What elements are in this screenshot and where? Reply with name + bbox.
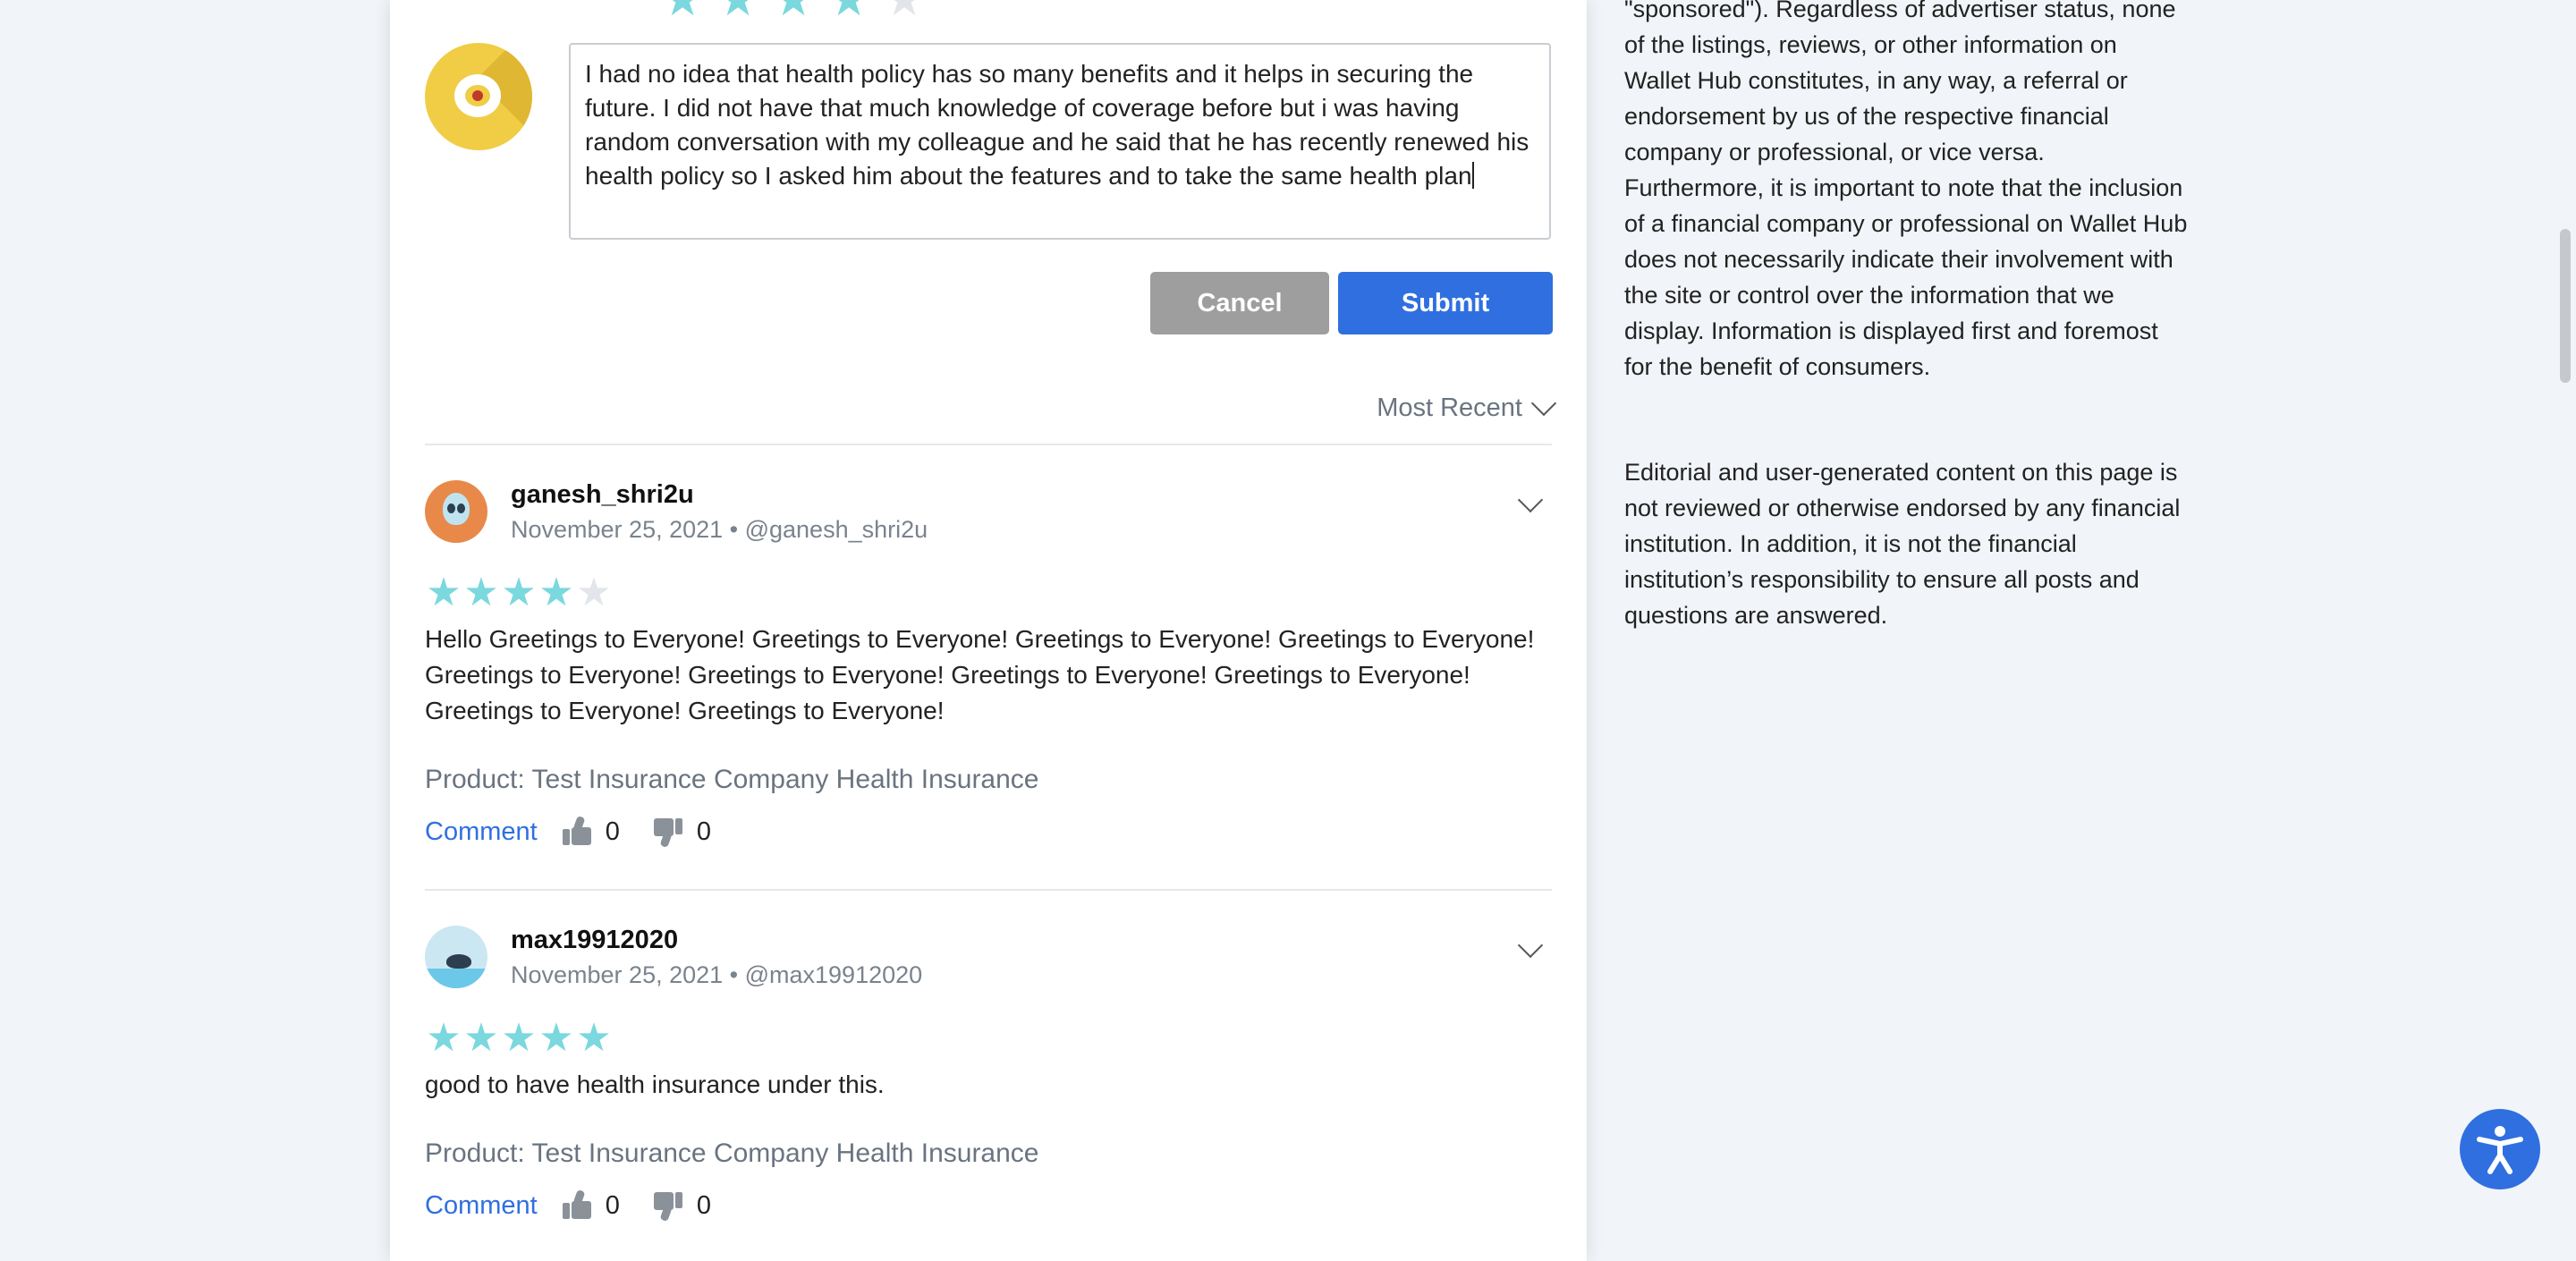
star-icon: ★	[538, 1016, 574, 1060]
rating-star-1[interactable]: ★	[655, 0, 710, 23]
submit-button[interactable]: Submit	[1338, 272, 1553, 334]
review-actions: Comment 0 0	[425, 1189, 743, 1223]
review-username[interactable]: max19912020	[511, 926, 678, 955]
review-text: Hello Greetings to Everyone! Greetings t…	[425, 625, 1535, 724]
star-icon: ★	[463, 1016, 499, 1060]
dislike-count: 0	[696, 817, 711, 846]
review-username[interactable]: ganesh_shri2u	[511, 480, 694, 510]
star-icon: ★	[538, 571, 574, 614]
review-meta: November 25, 2021 • @max19912020	[511, 961, 923, 988]
thumbs-up-icon[interactable]	[561, 815, 593, 847]
rating-star-2[interactable]: ★	[710, 0, 766, 23]
sort-label: Most Recent	[1377, 394, 1522, 422]
rating-star-4[interactable]: ★	[821, 0, 877, 23]
divider	[425, 889, 1552, 891]
like-count: 0	[605, 817, 620, 846]
disclaimer-paragraph: "sponsored"). Regardless of advertiser s…	[1624, 0, 2188, 380]
chevron-down-icon	[1530, 390, 1557, 416]
star-icon: ★	[501, 1016, 537, 1060]
divider	[425, 444, 1552, 445]
disclaimer-paragraph: Editorial and user-generated content on …	[1624, 459, 2181, 629]
star-icon: ★	[501, 571, 537, 614]
rating-star-3[interactable]: ★	[766, 0, 821, 23]
review-textarea-value: I had no idea that health policy has so …	[585, 60, 1537, 190]
star-icon: ★	[576, 1016, 612, 1060]
review-text: good to have health insurance under this…	[425, 1071, 885, 1098]
review-product: Product: Test Insurance Company Health I…	[425, 1138, 1039, 1168]
avatar[interactable]	[425, 926, 487, 988]
dislike-count: 0	[696, 1190, 711, 1220]
thumbs-down-icon[interactable]	[652, 817, 684, 849]
text-caret	[1471, 162, 1474, 189]
comment-link[interactable]: Comment	[425, 1191, 538, 1221]
review-product: Product: Test Insurance Company Health I…	[425, 765, 1039, 794]
star-icon: ★	[426, 571, 462, 614]
rating-star-5[interactable]: ★	[877, 0, 932, 23]
compose-rating[interactable]: ★ ★ ★ ★ ★	[655, 0, 932, 23]
reviews-panel: ★ ★ ★ ★ ★ I had no idea that health poli…	[390, 0, 1587, 1261]
review-rating: ★ ★ ★ ★ ★	[425, 1019, 613, 1058]
thumbs-up-icon[interactable]	[561, 1189, 593, 1221]
sort-dropdown[interactable]: Most Recent	[1377, 390, 1557, 423]
chevron-down-icon[interactable]	[1517, 932, 1544, 959]
star-icon: ★	[463, 571, 499, 614]
star-icon: ★	[426, 1016, 462, 1060]
thumbs-down-icon[interactable]	[652, 1190, 684, 1223]
scrollbar-thumb[interactable]	[2560, 229, 2571, 383]
like-count: 0	[605, 1190, 620, 1220]
current-user-avatar	[425, 43, 532, 150]
review-rating: ★ ★ ★ ★ ★	[425, 573, 613, 613]
star-icon: ★	[576, 571, 612, 614]
review-meta: November 25, 2021 • @ganesh_shri2u	[511, 516, 928, 543]
cancel-button[interactable]: Cancel	[1150, 272, 1329, 334]
accessibility-icon	[2477, 1126, 2523, 1174]
review-actions: Comment 0 0	[425, 815, 743, 849]
avatar[interactable]	[425, 480, 487, 543]
review-textarea[interactable]: I had no idea that health policy has so …	[569, 43, 1551, 240]
comment-link[interactable]: Comment	[425, 817, 538, 847]
chevron-down-icon[interactable]	[1517, 487, 1544, 513]
accessibility-button[interactable]	[2460, 1109, 2540, 1189]
